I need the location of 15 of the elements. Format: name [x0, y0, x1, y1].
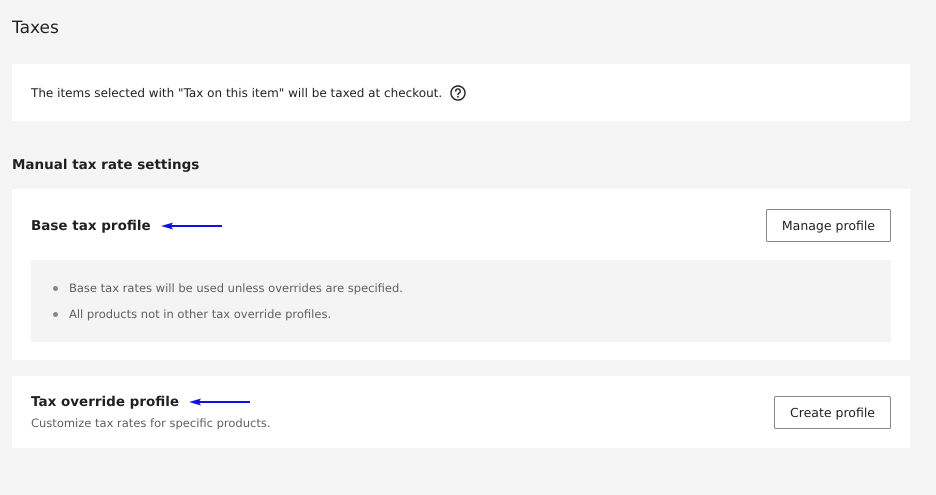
profile-description: Customize tax rates for specific products.: [31, 416, 270, 430]
info-bullet: All products not in other tax override profiles.: [69, 306, 332, 322]
help-icon[interactable]: [450, 84, 466, 100]
arrow-icon: [160, 222, 223, 230]
profile-button[interactable]: Create profile: [774, 396, 891, 428]
profile-title: Tax override profile: [31, 394, 180, 410]
bullet-icon: [53, 286, 58, 290]
profile-button[interactable]: Manage profile: [766, 209, 891, 242]
info-bullet: Base tax rates will be used unless overrides are specified.: [69, 280, 403, 296]
bullet-icon: [53, 312, 58, 316]
page-title: Taxes: [12, 17, 60, 40]
profile-title: Base tax profile: [31, 218, 151, 234]
notice-text: The items selected with "Tax on this item" will be taxed at checkout.: [31, 86, 442, 100]
section-title: Manual tax rate settings: [12, 156, 200, 175]
arrow-icon: [189, 398, 252, 406]
